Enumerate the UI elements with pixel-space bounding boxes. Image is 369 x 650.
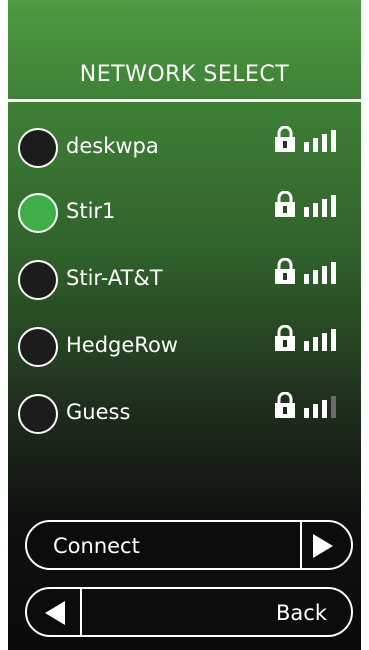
signal-strength-icon — [304, 262, 336, 284]
connect-button[interactable]: Connect — [25, 520, 353, 570]
network-select-screen: NETWORK SELECT deskwpa Stir1 Stir-AT&T H… — [8, 0, 361, 650]
network-name: Stir1 — [66, 199, 116, 223]
network-item-deskwpa[interactable]: deskwpa — [8, 124, 361, 176]
network-name: Stir-AT&T — [66, 266, 163, 290]
network-name: deskwpa — [66, 134, 159, 158]
network-item-hedgerow[interactable]: HedgeRow — [8, 323, 361, 375]
back-button[interactable]: Back — [25, 587, 353, 637]
network-name: Guess — [66, 400, 131, 424]
button-divider — [300, 522, 302, 568]
button-divider — [80, 589, 82, 635]
connect-label: Connect — [53, 534, 140, 558]
network-name: HedgeRow — [66, 333, 178, 357]
signal-strength-icon — [304, 329, 336, 351]
radio-button[interactable] — [18, 394, 58, 434]
lock-icon — [275, 325, 295, 351]
play-arrow-icon — [313, 534, 333, 558]
lock-icon — [275, 258, 295, 284]
lock-icon — [275, 126, 295, 152]
page-title: NETWORK SELECT — [79, 62, 290, 87]
signal-strength-icon — [304, 396, 336, 418]
lock-icon — [275, 191, 295, 217]
radio-button-selected[interactable] — [18, 193, 58, 233]
radio-button[interactable] — [18, 128, 58, 168]
signal-strength-icon — [304, 130, 336, 152]
signal-strength-icon — [304, 195, 336, 217]
back-arrow-icon — [45, 601, 65, 625]
network-item-stir1[interactable]: Stir1 — [8, 189, 361, 241]
radio-button[interactable] — [18, 327, 58, 367]
radio-button[interactable] — [18, 260, 58, 300]
back-label: Back — [276, 601, 327, 625]
network-item-stir-att[interactable]: Stir-AT&T — [8, 256, 361, 308]
lock-icon — [275, 392, 295, 418]
network-item-guess[interactable]: Guess — [8, 390, 361, 442]
title-divider — [8, 99, 361, 102]
